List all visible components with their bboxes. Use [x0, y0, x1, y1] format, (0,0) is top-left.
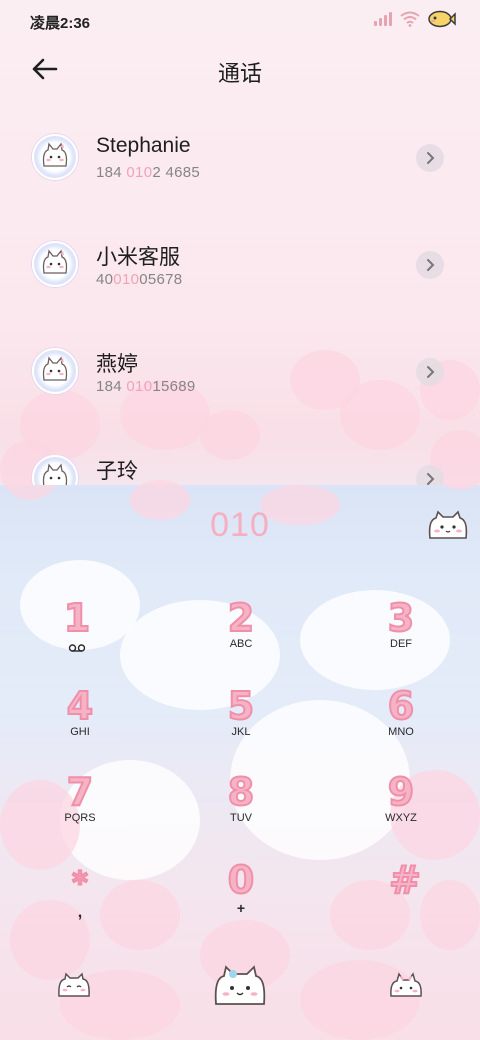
- key-digit: 1: [63, 595, 91, 641]
- key-digit: 3: [387, 595, 415, 641]
- contact-detail-button[interactable]: [416, 251, 444, 279]
- contact-name: 小米客服: [96, 246, 180, 269]
- number-part: 15689: [152, 378, 196, 395]
- header: 通话: [0, 50, 480, 90]
- menu-button[interactable]: [56, 972, 92, 1005]
- key-digit: 0: [227, 857, 255, 903]
- key-letters: MNO: [388, 726, 414, 738]
- status-time: 凌晨2:36: [30, 15, 91, 32]
- number-part: 05678: [139, 271, 183, 288]
- dial-key-3[interactable]: 3 DEF: [346, 595, 456, 676]
- key-digit: *: [71, 865, 89, 902]
- voicemail-icon: [68, 644, 86, 652]
- status-icons: [374, 10, 456, 28]
- key-letters: JKL: [231, 726, 251, 738]
- avatar: [32, 348, 78, 394]
- dial-key-2[interactable]: 2 ABC: [186, 595, 296, 676]
- number-match: 010: [126, 164, 153, 181]
- key-digit: 9: [387, 769, 415, 815]
- contact-number: 184 01015689: [96, 378, 196, 395]
- dial-key-0[interactable]: 0 +: [186, 857, 296, 938]
- number-part: 40: [96, 271, 114, 288]
- cat-call-icon: [214, 965, 266, 1005]
- wifi-icon: [400, 11, 420, 27]
- key-letters: WXYZ: [385, 812, 417, 824]
- number-part: 184: [96, 378, 127, 395]
- dial-key-4[interactable]: 4 GHI: [25, 683, 135, 764]
- key-digit: 7: [66, 769, 94, 815]
- key-digit: 6: [387, 683, 415, 729]
- contact-detail-button[interactable]: [416, 358, 444, 386]
- key-digit: 2: [227, 595, 255, 641]
- dial-key-star[interactable]: * ,: [25, 862, 135, 942]
- cat-avatar-icon: [42, 356, 68, 381]
- signal-icon: [374, 12, 392, 26]
- chevron-right-icon: [427, 259, 435, 271]
- bunny-cat-icon: [390, 972, 422, 997]
- key-letters: GHI: [70, 726, 90, 738]
- key-digit: 4: [66, 683, 94, 729]
- cat-face-icon: [428, 510, 468, 539]
- key-letters: TUV: [230, 812, 252, 824]
- number-part: 2 4685: [152, 164, 201, 181]
- page-title: 通话: [217, 61, 262, 86]
- contact-name: 子玲: [96, 460, 138, 483]
- status-bar: 凌晨2:36: [0, 0, 480, 44]
- avatar: [32, 455, 78, 485]
- cat-avatar-icon: [42, 249, 68, 274]
- dial-key-7[interactable]: 7 PQRS: [25, 769, 135, 850]
- key-letters: ,: [77, 904, 83, 921]
- dial-key-1[interactable]: 1: [22, 595, 132, 676]
- contact-number: 184 0102 4685: [96, 164, 200, 181]
- dial-key-8[interactable]: 8 TUV: [186, 769, 296, 850]
- battery-fish-icon: [428, 10, 456, 28]
- contact-item[interactable]: 子玲: [0, 455, 480, 485]
- chevron-right-icon: [427, 152, 435, 164]
- bottom-action-bar: [0, 960, 480, 1020]
- contact-item[interactable]: Stephanie 184 0102 4685: [0, 134, 480, 224]
- key-digit: 8: [227, 769, 255, 815]
- call-button[interactable]: [212, 964, 268, 1013]
- contact-detail-button[interactable]: [416, 144, 444, 172]
- key-digit: 5: [227, 683, 255, 729]
- dial-key-6[interactable]: 6 MNO: [346, 683, 456, 764]
- key-letters: ABC: [229, 638, 253, 650]
- dial-key-9[interactable]: 9 WXYZ: [346, 769, 456, 850]
- key-letters: PQRS: [64, 812, 96, 824]
- chevron-right-icon: [427, 366, 435, 378]
- contact-detail-button[interactable]: [416, 465, 444, 485]
- contact-item[interactable]: 燕婷 184 01015689: [0, 348, 480, 438]
- contact-number: 4001005678: [96, 271, 182, 288]
- contact-name: 燕婷: [96, 353, 138, 376]
- number-part: 184: [96, 164, 127, 181]
- number-match: 010: [113, 271, 140, 288]
- dial-key-5[interactable]: 5 JKL: [186, 683, 296, 764]
- avatar: [32, 241, 78, 287]
- key-digit: #: [388, 857, 422, 903]
- chevron-right-icon: [427, 473, 435, 485]
- cat-avatar-icon: [42, 142, 68, 167]
- contacts-button[interactable]: [388, 972, 424, 1005]
- number-match: 010: [126, 378, 153, 395]
- dial-key-hash[interactable]: #: [350, 857, 460, 938]
- key-letters: +: [236, 900, 246, 916]
- contact-name: Stephanie: [96, 134, 191, 157]
- collapse-keypad-button[interactable]: [426, 510, 470, 544]
- key-letters: DEF: [390, 638, 412, 650]
- contact-item[interactable]: 小米客服 4001005678: [0, 241, 480, 331]
- sleepy-cat-icon: [58, 972, 90, 997]
- cat-avatar-icon: [42, 463, 68, 485]
- dial-input-display[interactable]: 010: [0, 506, 480, 545]
- avatar: [32, 134, 78, 180]
